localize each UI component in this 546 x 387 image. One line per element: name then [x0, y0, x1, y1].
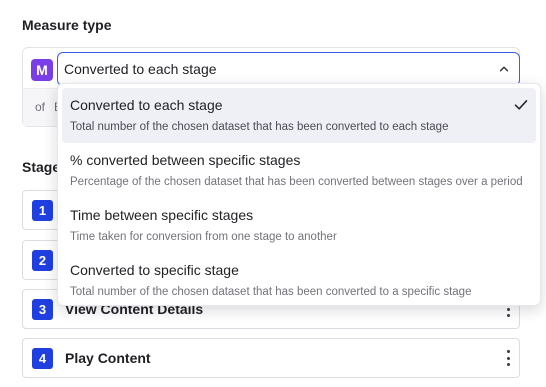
option-description: Time taken for conversion from one stage…: [70, 231, 337, 243]
stage-label: Stage: [22, 159, 61, 175]
option-title: Converted to each stage: [70, 97, 223, 113]
stage-name: Play Content: [65, 350, 151, 366]
stage-number-badge: 3: [32, 299, 53, 320]
stage-row[interactable]: 4 Play Content: [22, 338, 520, 378]
stage-number-badge: 2: [32, 250, 53, 271]
measure-badge: M: [31, 59, 53, 81]
option-description: Total number of the chosen dataset that …: [70, 286, 472, 298]
dropdown-option-converted-to-specific-stage[interactable]: Converted to specific stage Total number…: [62, 253, 536, 308]
measure-type-selected-value: Converted to each stage: [64, 61, 217, 77]
option-title: Converted to specific stage: [70, 262, 239, 278]
check-icon: [514, 100, 528, 110]
measure-type-dropdown: Converted to each stage Total number of …: [57, 83, 541, 306]
dropdown-option-percent-converted[interactable]: % converted between specific stages Perc…: [62, 143, 536, 198]
stage-number-badge: 4: [32, 348, 53, 369]
option-description: Total number of the chosen dataset that …: [70, 121, 449, 133]
more-options-icon[interactable]: [506, 350, 510, 366]
dropdown-option-time-between-stages[interactable]: Time between specific stages Time taken …: [62, 198, 536, 253]
dropdown-option-converted-to-each-stage[interactable]: Converted to each stage Total number of …: [62, 88, 536, 143]
option-title: % converted between specific stages: [70, 152, 301, 168]
of-label: of: [35, 100, 46, 114]
stage-number-badge: 1: [32, 200, 53, 221]
option-description: Percentage of the chosen dataset that ha…: [70, 176, 523, 188]
measure-type-select[interactable]: Converted to each stage: [57, 52, 520, 86]
chevron-up-icon[interactable]: [499, 64, 509, 74]
measure-type-label: Measure type: [22, 17, 112, 33]
option-title: Time between specific stages: [70, 207, 254, 223]
